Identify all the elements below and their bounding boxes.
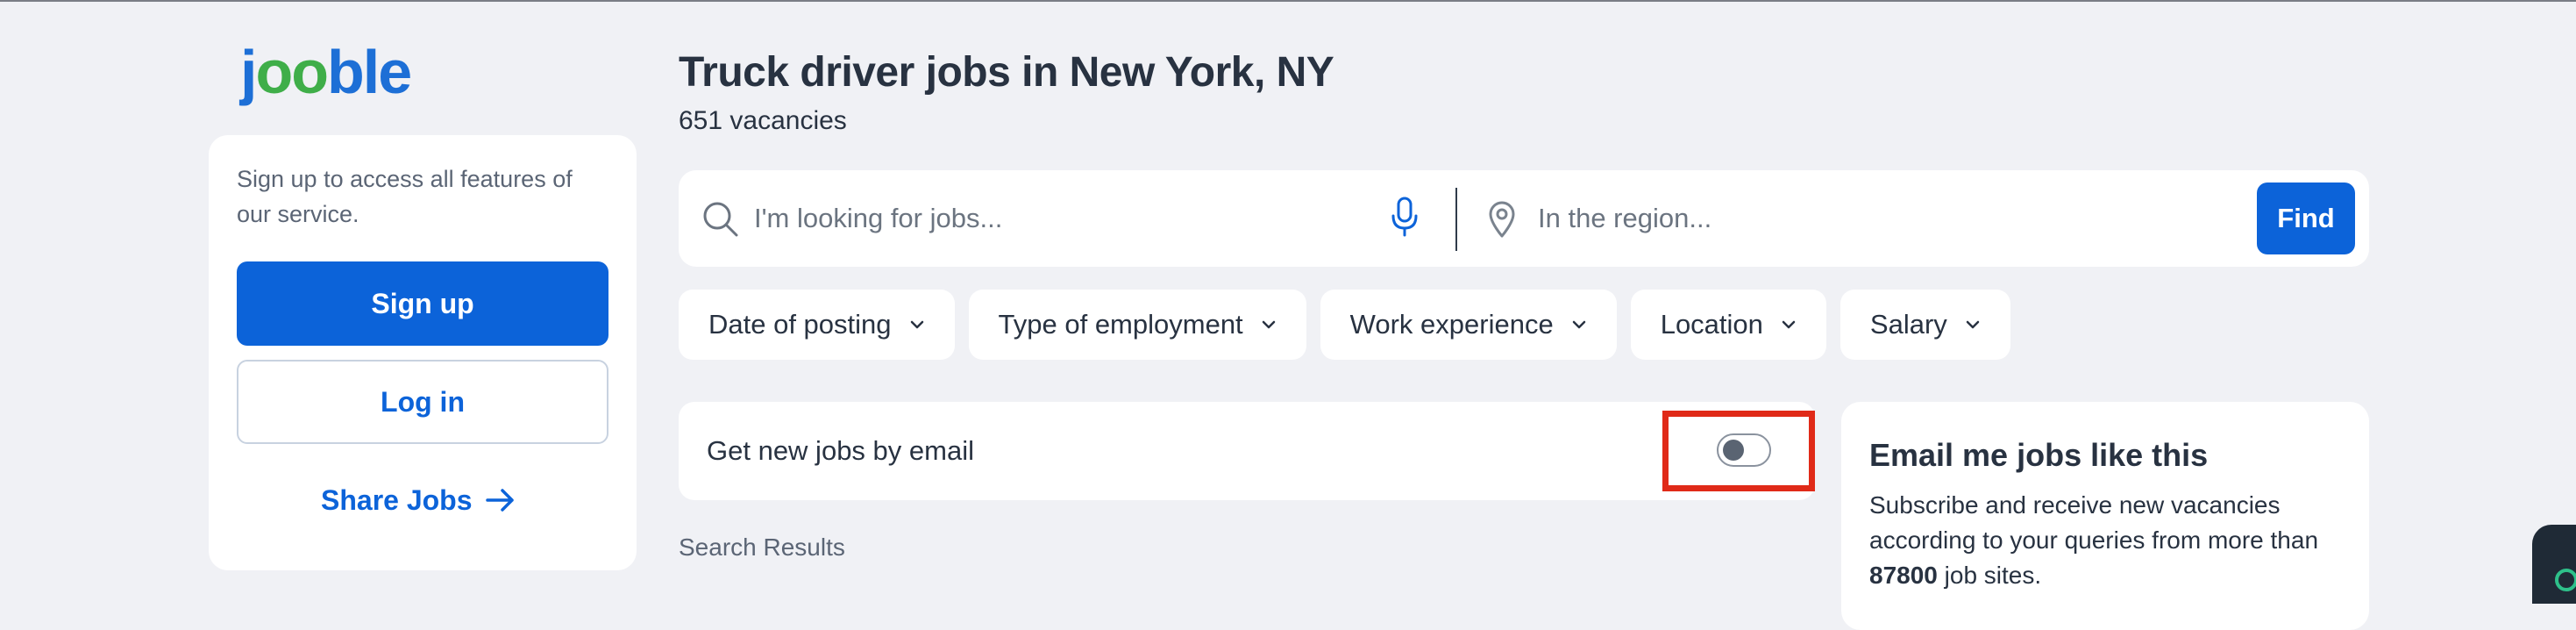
jooble-logo[interactable]: jooble [240,37,412,107]
filter-salary[interactable]: Salary [1839,290,2010,360]
microphone-icon[interactable] [1391,197,1419,239]
logo-letters-ble: ble [326,38,412,106]
sign-up-button[interactable]: Sign up [237,261,608,346]
chat-icon [2555,569,2576,591]
search-icon [703,202,738,237]
subscribe-title: Email me jobs like this [1869,437,2209,473]
subscribe-text: Subscribe and receive new vacancies acco… [1869,488,2360,593]
arrow-right-icon [485,489,514,512]
search-divider [1455,188,1457,251]
job-search-input[interactable] [754,197,1333,240]
email-alert-label: Get new jobs by email [707,435,974,466]
page-title: Truck driver jobs in New York, NY [679,49,1334,96]
filter-bar: Date of posting Type of employment Work … [679,290,2010,360]
chevron-down-icon [910,320,923,329]
logo-letters-oo: oo [255,38,329,106]
region-input[interactable] [1538,197,2152,240]
filter-label: Work experience [1349,309,1554,340]
share-jobs-label: Share Jobs [321,483,473,516]
filter-location[interactable]: Location [1630,290,1826,360]
filter-date-of-posting[interactable]: Date of posting [679,290,955,360]
logo-letter-j: j [240,38,258,106]
signup-prompt: Sign up to access all features of our se… [237,166,573,227]
email-alert-toggle[interactable] [1717,433,1771,467]
share-jobs-link[interactable]: Share Jobs [321,474,516,526]
chevron-down-icon [1966,320,1980,329]
job-sites-count: 87800 [1869,562,1938,589]
chevron-down-icon [1782,320,1796,329]
search-bar: Find [679,170,2369,267]
subscribe-text-before: Subscribe and receive new vacancies acco… [1869,491,2319,554]
email-alert-card: Get new jobs by email [679,402,1815,500]
filter-label: Salary [1869,309,1947,340]
search-results-label: Search Results [679,533,845,561]
chevron-down-icon [1572,320,1585,329]
filter-label: Location [1660,309,1763,340]
signup-card: Sign up to access all features of our se… [209,135,637,570]
location-pin-icon [1489,201,1515,238]
toggle-knob [1723,440,1744,461]
filter-label: Date of posting [708,309,892,340]
find-button[interactable]: Find [2257,183,2355,254]
filter-label: Type of employment [998,309,1243,340]
filter-type-of-employment[interactable]: Type of employment [968,290,1306,360]
top-border [0,0,2576,2]
chat-widget[interactable] [2532,525,2576,604]
log-in-button[interactable]: Log in [237,360,608,444]
filter-work-experience[interactable]: Work experience [1320,290,1617,360]
chevron-down-icon [1262,320,1275,329]
subscribe-card: Email me jobs like this Subscribe and re… [1841,402,2369,630]
vacancy-count: 651 vacancies [679,106,847,135]
subscribe-text-after: job sites. [1944,562,2042,589]
